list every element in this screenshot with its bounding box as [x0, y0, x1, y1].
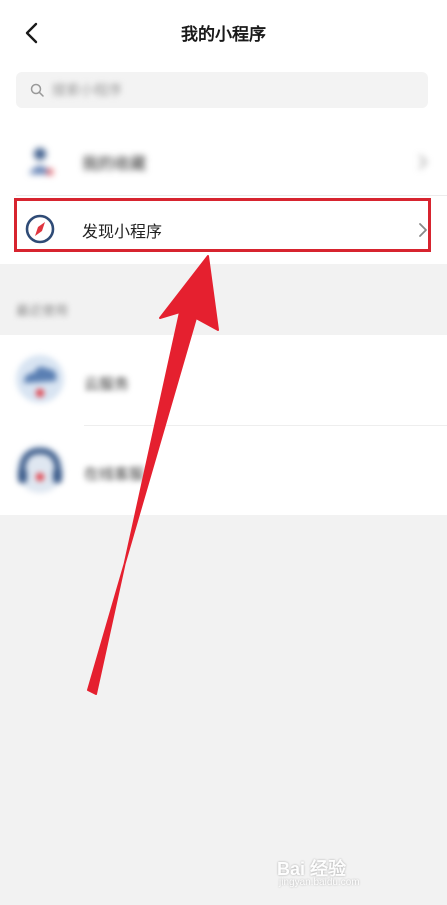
section-label-recent: 最近使用	[16, 304, 69, 319]
search-section: 搜索小程序	[0, 64, 447, 128]
chevron-right-icon	[419, 155, 427, 169]
list-item-favorites[interactable]: 我的收藏	[0, 128, 447, 196]
search-input[interactable]: 搜索小程序	[16, 72, 428, 108]
list-item-recent[interactable]: 云服务	[0, 335, 447, 426]
search-icon	[30, 83, 44, 97]
list-item-recent[interactable]: 在线客服	[0, 425, 447, 515]
watermark-url: jingyan.baidu.com	[279, 877, 360, 888]
user-mini-program-icon	[29, 148, 53, 175]
headset-app-icon	[16, 445, 64, 493]
header-bar: 我的小程序	[0, 0, 447, 64]
list-item-label: 发现小程序	[82, 222, 163, 241]
list-item-label: 云服务	[84, 375, 130, 393]
chevron-right-icon	[419, 223, 427, 237]
recent-list: 云服务 在线客服	[0, 335, 447, 515]
search-placeholder: 搜索小程序	[52, 83, 122, 99]
list-item-discover-mini-programs[interactable]: 发现小程序	[0, 196, 447, 264]
compass-icon	[25, 214, 55, 244]
list-item-label: 我的收藏	[82, 154, 147, 173]
watermark-logo: Bai 经验 jingyan.baidu.com	[277, 853, 427, 893]
mini-program-menu: 我的收藏 发现小程序	[0, 128, 447, 264]
cloud-app-icon	[16, 355, 64, 403]
list-item-label: 在线客服	[84, 465, 145, 483]
page-title: 我的小程序	[181, 25, 266, 45]
